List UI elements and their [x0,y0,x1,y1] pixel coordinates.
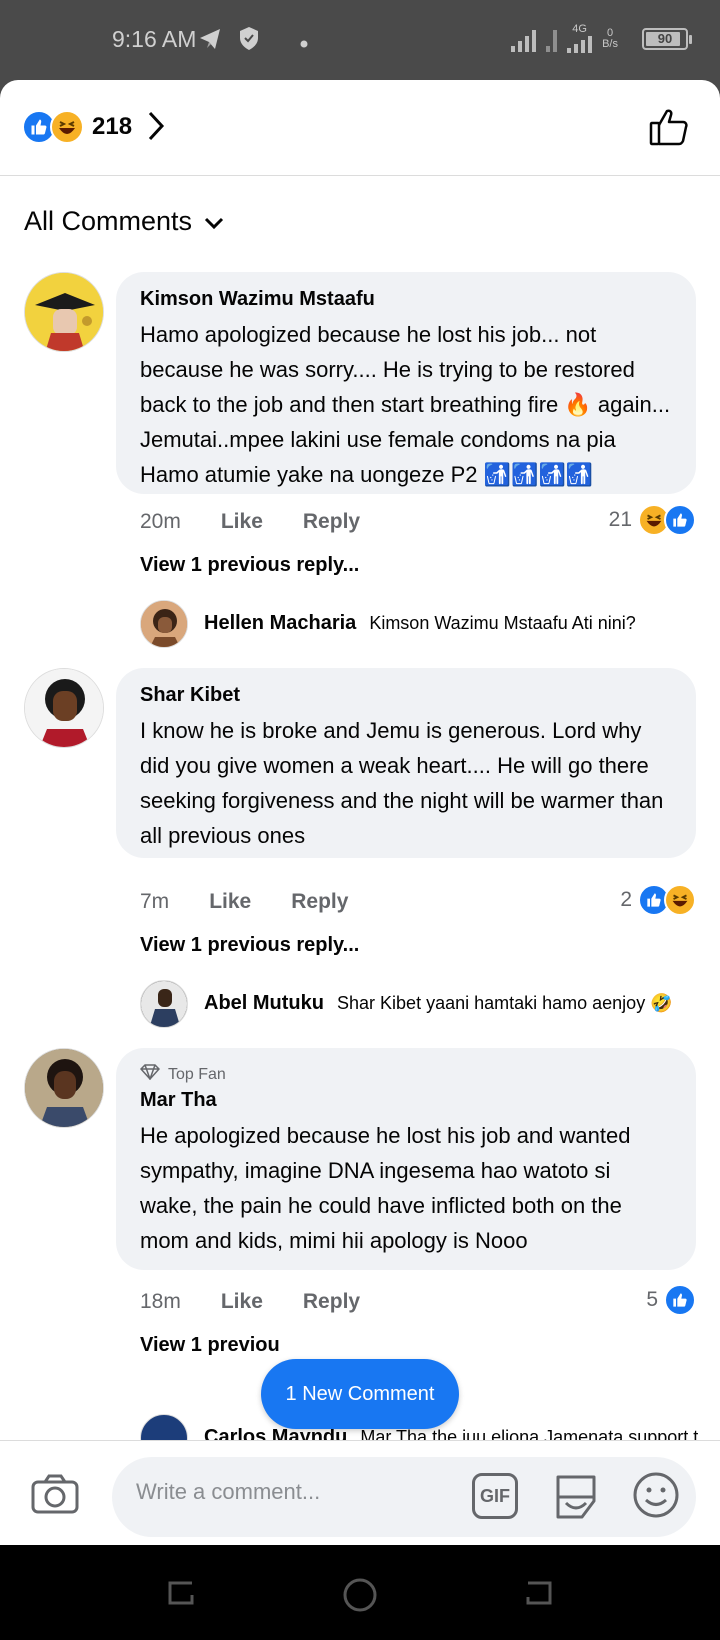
back-icon[interactable] [522,1577,556,1614]
comment-actions: 18m Like Reply [140,1290,360,1314]
comment-text: He apologized because he lost his job an… [140,1123,631,1253]
view-previous-replies[interactable]: View 1 previou [140,1334,280,1357]
avatar[interactable] [140,600,188,648]
emoji-icon[interactable] [632,1471,680,1524]
reply-preview[interactable]: Abel Mutuku Shar Kibet yaani hamtaki ham… [204,992,673,1015]
reactions-header: 218 [0,80,720,176]
comment-bubble[interactable]: Top Fan Mar Tha He apologized because he… [116,1048,696,1270]
avatar[interactable] [24,1048,104,1128]
avatar[interactable] [24,272,104,352]
like-icon [664,504,696,536]
comment-reactions[interactable]: 21 [609,504,696,536]
comment-input[interactable] [136,1479,436,1505]
sort-label: All Comments [24,206,193,236]
signal-icon [511,26,537,52]
reply-author[interactable]: Hellen Macharia [204,612,356,634]
comment-time: 18m [140,1290,181,1313]
reaction-count: 5 [646,1288,658,1311]
reply-button[interactable]: Reply [303,1290,360,1314]
speed-indicator: 0 B/s [602,26,618,50]
view-previous-replies[interactable]: View 1 previous reply... [140,934,359,957]
comment-time: 20m [140,510,181,533]
view-previous-replies[interactable]: View 1 previous reply... [140,554,359,577]
gif-button[interactable]: GIF [472,1473,518,1519]
like-button[interactable]: Like [209,890,251,914]
chevron-down-icon [204,206,224,237]
reply-button[interactable]: Reply [303,510,360,534]
dot-icon [300,35,308,53]
reaction-count: 21 [608,508,632,531]
sticker-icon[interactable] [552,1471,600,1526]
comment-actions: 20m Like Reply [140,510,360,534]
reaction-count: 2 [620,888,632,911]
comment-reactions[interactable]: 5 [646,1284,696,1316]
comment-input-container[interactable]: GIF [112,1457,696,1537]
reply-text: Shar Kibet yaani hamtaki hamo aenjoy 🤣 [337,993,673,1013]
comment-author[interactable]: Shar Kibet [140,684,672,707]
shield-icon [238,26,260,57]
like-button[interactable]: Like [221,510,263,534]
chevron-right-icon[interactable] [146,110,166,147]
comment-time: 7m [140,890,170,913]
comment-text: Hamo apologized because he lost his job.… [140,322,671,487]
comment-composer: GIF [0,1440,720,1545]
status-bar: 9:16 AM 4G 0 B/s 90 [0,0,720,80]
home-icon[interactable] [342,1577,378,1618]
like-icon [664,1284,696,1316]
recent-apps-icon[interactable] [164,1577,198,1614]
network-indicator: 4G [567,24,593,53]
avatar[interactable] [24,668,104,748]
telegram-icon [198,26,222,57]
signal-icon [546,26,558,52]
comment-text: I know he is broke and Jemu is generous.… [140,718,664,848]
status-time: 9:16 AM [112,26,197,52]
comment-reactions[interactable]: 2 [620,884,696,916]
comments-sheet: 218 All Comments Kimson Wazimu Mstaafu H… [0,80,720,1545]
comment-author[interactable]: Mar Tha [140,1089,672,1112]
reply-preview[interactable]: Hellen Macharia Kimson Wazimu Mstaafu At… [204,612,636,635]
comment-bubble[interactable]: Shar Kibet I know he is broke and Jemu i… [116,668,696,858]
haha-icon [50,110,84,144]
like-button[interactable]: Like [221,1290,263,1314]
comment-actions: 7m Like Reply [140,890,348,914]
new-comment-button[interactable]: 1 New Comment [261,1359,459,1429]
haha-icon [664,884,696,916]
comment-author[interactable]: Kimson Wazimu Mstaafu [140,288,672,311]
camera-icon[interactable] [30,1473,80,1520]
thumbs-up-outline-icon[interactable] [648,106,690,153]
reactions-summary[interactable]: 218 [22,110,132,144]
reply-button[interactable]: Reply [291,890,348,914]
signal-icon [567,35,593,53]
reply-text: Kimson Wazimu Mstaafu Ati nini? [369,613,636,633]
comment-bubble[interactable]: Kimson Wazimu Mstaafu Hamo apologized be… [116,272,696,494]
reply-author[interactable]: Abel Mutuku [204,992,324,1014]
avatar[interactable] [140,980,188,1028]
system-nav-bar [0,1545,720,1640]
battery-icon: 90 [642,27,692,50]
reaction-count: 218 [92,113,133,140]
diamond-icon [139,1064,161,1085]
top-fan-badge: Top Fan [139,1064,672,1085]
sort-comments-dropdown[interactable]: All Comments [24,206,224,237]
badge-label: Top Fan [168,1065,226,1083]
status-right: 4G 0 B/s 90 [511,24,692,53]
